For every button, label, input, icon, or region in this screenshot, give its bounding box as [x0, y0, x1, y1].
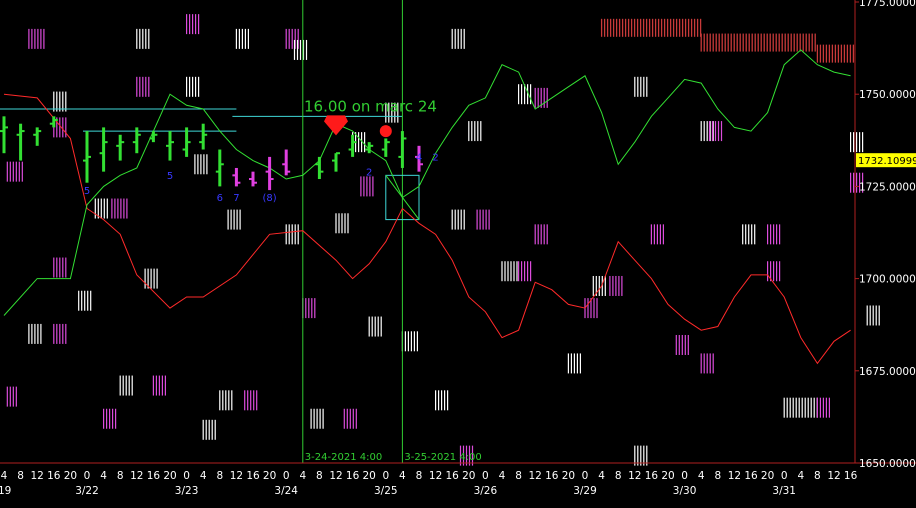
- hour-tick-label: 0: [582, 470, 589, 482]
- hour-tick-label: 20: [761, 470, 774, 482]
- price-chart[interactable]: 3-24-2021 4:00 3-25-2021 4:00 556 7 (8)24 2 …: [0, 0, 916, 508]
- price-tick-label: 1650.00000: [859, 458, 916, 470]
- hour-tick-label: 12: [728, 470, 741, 482]
- hour-tick-label: 20: [363, 470, 376, 482]
- hour-tick-label: 4: [797, 470, 804, 482]
- resistance-band: [816, 44, 855, 63]
- date-tick-label: 3/31: [772, 485, 796, 497]
- signal-dot: [379, 125, 392, 138]
- hour-tick-label: 8: [316, 470, 323, 482]
- count-label: 2: [366, 167, 372, 178]
- hour-tick-label: 12: [130, 470, 143, 482]
- hour-tick-label: 12: [827, 470, 840, 482]
- hour-tick-label: 8: [416, 470, 423, 482]
- hour-tick-label: 0: [681, 470, 688, 482]
- chart-background: [0, 0, 916, 508]
- hour-tick-label: 8: [216, 470, 223, 482]
- count-label: 7: [233, 193, 239, 204]
- hour-tick-label: 16: [47, 470, 61, 482]
- hour-tick-label: 4: [399, 470, 406, 482]
- hour-tick-label: 16: [545, 470, 559, 482]
- date-tick-label: 3/23: [175, 485, 199, 497]
- annotation-text: 16.00 on marc 24: [304, 97, 437, 115]
- hour-tick-label: 20: [462, 470, 475, 482]
- hour-tick-label: 4: [698, 470, 705, 482]
- hour-tick-label: 16: [246, 470, 260, 482]
- hour-tick-label: 20: [661, 470, 674, 482]
- hour-tick-label: 12: [429, 470, 442, 482]
- hour-tick-label: 8: [814, 470, 821, 482]
- date-tick-label: 3/29: [573, 485, 597, 497]
- hour-tick-label: 12: [230, 470, 243, 482]
- count-label: (8): [263, 193, 277, 204]
- hour-tick-label: 4: [598, 470, 605, 482]
- hour-tick-label: 16: [744, 470, 758, 482]
- date-tick-label: 3/25: [374, 485, 398, 497]
- last-price-label: 1732.10999: [858, 156, 916, 167]
- hour-tick-label: 0: [781, 470, 788, 482]
- hour-tick-label: 8: [714, 470, 721, 482]
- price-tick-label: 1750.00000: [859, 89, 916, 101]
- hour-tick-label: 12: [31, 470, 44, 482]
- hour-tick-label: 4: [1, 470, 8, 482]
- hour-tick-label: 20: [64, 470, 77, 482]
- hour-tick-label: 12: [628, 470, 641, 482]
- price-tick-label: 1775.00000: [859, 0, 916, 9]
- date-tick-label: 3/22: [75, 485, 99, 497]
- hour-tick-label: 0: [283, 470, 290, 482]
- count-label: 5: [167, 171, 173, 182]
- hour-tick-label: 8: [17, 470, 24, 482]
- date-tick-label: 19: [0, 485, 11, 497]
- price-tick-label: 1675.00000: [859, 366, 916, 378]
- count-label: 2: [432, 153, 438, 164]
- hour-tick-label: 20: [163, 470, 176, 482]
- hour-tick-label: 20: [263, 470, 276, 482]
- hour-tick-label: 16: [446, 470, 460, 482]
- hour-tick-label: 4: [200, 470, 207, 482]
- hour-tick-label: 8: [615, 470, 622, 482]
- hour-tick-label: 4: [499, 470, 506, 482]
- hour-tick-label: 20: [562, 470, 575, 482]
- hour-tick-label: 8: [515, 470, 522, 482]
- hour-tick-label: 0: [382, 470, 389, 482]
- hour-tick-label: 0: [84, 470, 91, 482]
- time-marker-label: 3-25-2021 4:00: [404, 452, 481, 463]
- hour-tick-label: 4: [299, 470, 306, 482]
- date-tick-label: 3/26: [474, 485, 498, 497]
- hour-tick-label: 16: [346, 470, 360, 482]
- hour-tick-label: 16: [147, 470, 161, 482]
- price-tick-label: 1725.00000: [859, 181, 916, 193]
- count-label: 4: [416, 153, 422, 164]
- hour-tick-label: 16: [645, 470, 659, 482]
- hour-tick-label: 12: [329, 470, 342, 482]
- date-tick-label: 3/24: [274, 485, 298, 497]
- count-label: 6: [217, 193, 223, 204]
- hour-tick-label: 0: [482, 470, 489, 482]
- hour-tick-label: 4: [100, 470, 107, 482]
- hour-tick-label: 0: [183, 470, 190, 482]
- price-tick-label: 1700.00000: [859, 274, 916, 286]
- hour-tick-label: 16: [844, 470, 858, 482]
- date-tick-label: 3/30: [673, 485, 697, 497]
- count-label: 5: [84, 186, 90, 197]
- hour-tick-label: 8: [117, 470, 124, 482]
- time-marker-label: 3-24-2021 4:00: [305, 452, 382, 463]
- hour-tick-label: 12: [529, 470, 542, 482]
